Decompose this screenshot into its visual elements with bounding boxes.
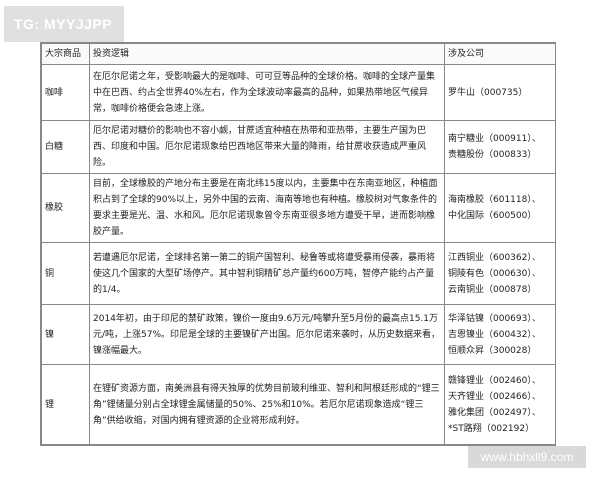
company-name: 海南橡胶（601118）、 xyxy=(448,195,541,205)
logic-cell: 若遭遇厄尔尼诺，全球排名第一第二的铜产国智利、秘鲁等或将遭受暴雨侵袭，暴雨将使这… xyxy=(89,242,445,305)
table-row: 铜 若遭遇厄尔尼诺，全球排名第一第二的铜产国智利、秘鲁等或将遭受暴雨侵袭，暴雨将… xyxy=(41,242,556,305)
commodity-cell: 咖啡 xyxy=(41,64,90,121)
table-row: 锂 在锂矿资源方面，南美洲县有得天独厚的优势目前玻利维亚、智利和阿根廷形成的“锂… xyxy=(41,364,556,445)
table-row: 橡胶 目前，全球橡胶的产地分布主要是在南北纬15度以内，主要集中在东南亚地区，种… xyxy=(41,173,556,243)
company-name: 吉恩镍业（600432）、 xyxy=(448,329,541,340)
company-name: 中化国际（600500） xyxy=(448,211,537,221)
companies-cell: 南宁糖业（000911）、 贵糖股份（000833） xyxy=(444,120,556,174)
commodity-table-container: 大宗商品 投资逻辑 涉及公司 咖啡 在厄尔尼诺之年，受影响最大的是咖啡、可可豆等… xyxy=(40,42,556,446)
companies-cell: 江西铜业（600362）、 铜陵有色（000630）、 云南铜业（000878） xyxy=(444,242,556,305)
company-name: 铜陵有色（000630）、 xyxy=(448,268,541,279)
company-name: 天齐锂业（002466）、 xyxy=(448,391,541,402)
company-name: 南宁糖业（000911）、 xyxy=(448,134,541,144)
header-logic: 投资逻辑 xyxy=(89,43,445,65)
companies-cell: 罗牛山（000735） xyxy=(444,64,556,121)
commodity-cell: 铜 xyxy=(41,242,90,305)
site-watermark: www.hbhxll9.com xyxy=(468,446,586,468)
commodity-cell: 锂 xyxy=(41,364,90,445)
table-row: 镍 2014年初，由于印尼的禁矿政策，镍价一度由9.6万元/吨攀升至5月份的最高… xyxy=(41,304,556,365)
company-name: 江西铜业（600362）、 xyxy=(448,252,541,263)
company-name: 云南铜业（000878） xyxy=(448,284,537,295)
table-row: 白糖 厄尔尼诺对糖价的影响也不容小觑，甘蔗适宜种植在热带和亚热带，主要生产国为巴… xyxy=(41,120,556,174)
companies-cell: 华泽钴镍（000693）、 吉恩镍业（600432）、 恒顺众昇（300028） xyxy=(444,304,556,365)
company-name: 华泽钴镍（000693）、 xyxy=(448,313,541,324)
header-companies: 涉及公司 xyxy=(444,43,556,65)
commodity-cell: 镍 xyxy=(41,304,90,365)
commodity-table: 大宗商品 投资逻辑 涉及公司 咖啡 在厄尔尼诺之年，受影响最大的是咖啡、可可豆等… xyxy=(41,43,556,445)
logic-cell: 2014年初，由于印尼的禁矿政策，镍价一度由9.6万元/吨攀升至5月份的最高点1… xyxy=(89,304,445,365)
tg-badge-label: TG: MYYJJPP xyxy=(14,16,113,32)
logic-cell: 目前，全球橡胶的产地分布主要是在南北纬15度以内，主要集中在东南亚地区，种植面积… xyxy=(89,173,445,243)
watermark-text: www.hbhxll9.com xyxy=(480,450,574,464)
table-row: 咖啡 在厄尔尼诺之年，受影响最大的是咖啡、可可豆等品种的全球价格。咖啡的全球产量… xyxy=(41,64,556,121)
commodity-cell: 橡胶 xyxy=(41,173,90,243)
tg-badge: TG: MYYJJPP xyxy=(4,6,124,42)
commodity-cell: 白糖 xyxy=(41,120,90,174)
header-commodity: 大宗商品 xyxy=(41,43,90,65)
company-name: 赣锋锂业（002460）、 xyxy=(448,375,541,386)
companies-cell: 赣锋锂业（002460）、 天齐锂业（002466）、 雅化集团（002497）… xyxy=(444,364,556,445)
table-header-row: 大宗商品 投资逻辑 涉及公司 xyxy=(41,43,556,65)
company-name: 罗牛山（000735） xyxy=(448,87,528,98)
logic-cell: 在厄尔尼诺之年，受影响最大的是咖啡、可可豆等品种的全球价格。咖啡的全球产量集中在… xyxy=(89,64,445,121)
company-name: *ST路翔（002192） xyxy=(448,423,535,434)
logic-cell: 厄尔尼诺对糖价的影响也不容小觑，甘蔗适宜种植在热带和亚热带，主要生产国为巴西、印… xyxy=(89,120,445,174)
company-name: 恒顺众昇（300028） xyxy=(448,345,537,356)
companies-cell: 海南橡胶（601118）、 中化国际（600500） xyxy=(444,173,556,243)
company-name: 贵糖股份（000833） xyxy=(448,150,537,160)
company-name: 雅化集团（002497）、 xyxy=(448,407,541,418)
logic-cell: 在锂矿资源方面，南美洲县有得天独厚的优势目前玻利维亚、智利和阿根廷形成的“锂三角… xyxy=(89,364,445,445)
